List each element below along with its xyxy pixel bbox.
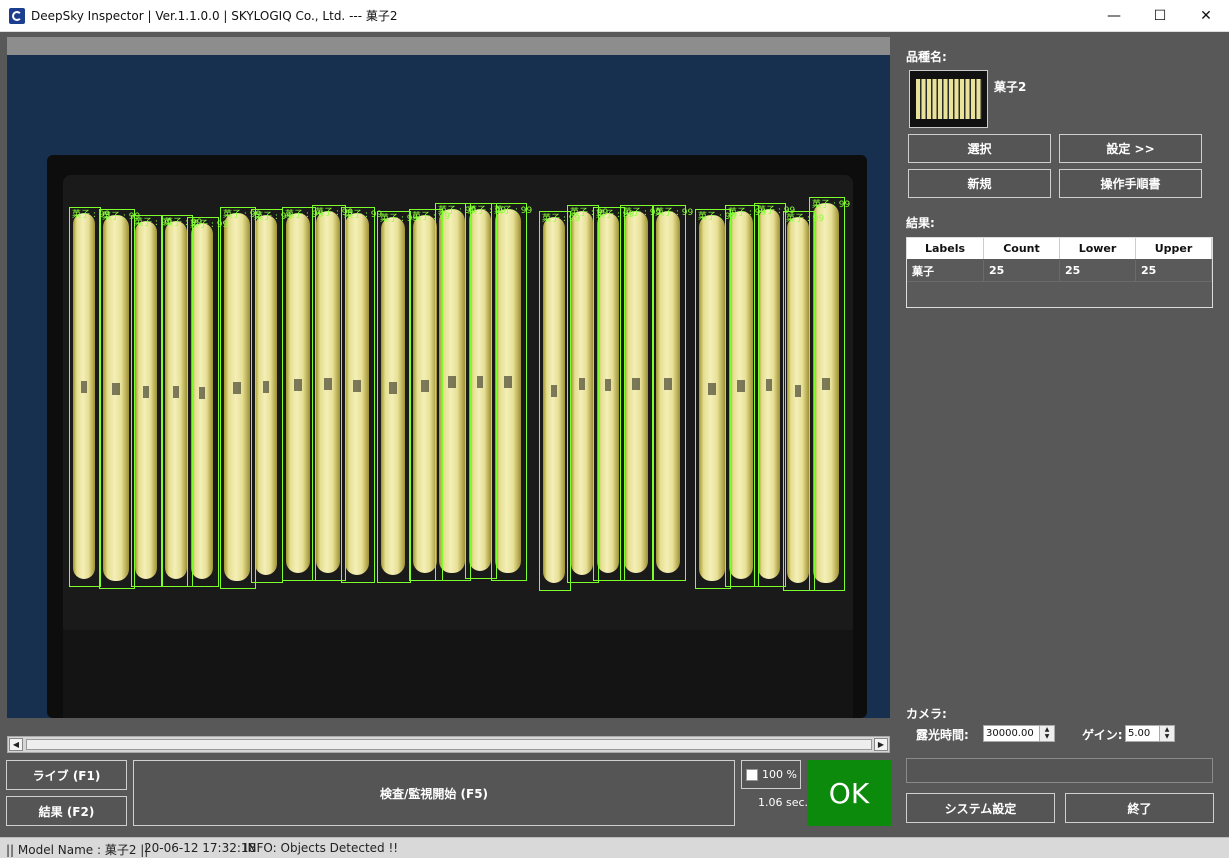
camera-image-view[interactable]: 菓子 : 99 菓子 : 99 菓子 : 99 菓子 : 99 菓子 : 99 菓子 : … bbox=[7, 55, 890, 718]
detection-label: 菓子 : 99 bbox=[812, 200, 851, 210]
settings-button[interactable]: 設定 >> bbox=[1059, 134, 1202, 163]
status-model: || Model Name : 菓子2 || bbox=[6, 843, 149, 857]
detection-box: 菓子 : 99 bbox=[341, 207, 382, 583]
spin-arrows-icon[interactable]: ▲ ▼ bbox=[1159, 726, 1174, 741]
title-bar: DeepSky Inspector | Ver.1.1.0.0 | SKYLOG… bbox=[0, 0, 1229, 32]
exposure-label: 露光時間: bbox=[916, 728, 969, 742]
detection-box: 菓子 : 99 bbox=[491, 203, 532, 581]
header-labels[interactable]: Labels bbox=[907, 238, 984, 259]
thumbnail-image bbox=[916, 79, 982, 119]
zoom-label: 100 % bbox=[762, 768, 797, 781]
gain-label: ゲイン: bbox=[1082, 728, 1123, 742]
gain-spinbox[interactable]: 5.00 ▲ ▼ bbox=[1125, 725, 1175, 742]
status-bar: || Model Name : 菓子2 || 20-06-12 17:32:18… bbox=[0, 837, 1229, 858]
result-label: 結果: bbox=[906, 216, 935, 230]
result-table[interactable]: Labels Count Lower Upper 菓子 25 25 25 bbox=[906, 237, 1213, 308]
detection-box: 菓子 : 99 bbox=[99, 209, 140, 589]
system-settings-button[interactable]: システム設定 bbox=[906, 793, 1055, 823]
detection-layer: 菓子 : 99 菓子 : 99 菓子 : 99 菓子 : 99 菓子 : 99 菓子 : … bbox=[7, 55, 890, 718]
live-button[interactable]: ライブ (F1) bbox=[6, 760, 127, 790]
detection-box: 菓子 : 99 bbox=[809, 197, 850, 591]
detection-box: 菓子 : 99 bbox=[187, 217, 228, 587]
close-button[interactable]: ✕ bbox=[1183, 0, 1229, 32]
detection-box: 菓子 : 99 bbox=[251, 209, 292, 583]
exposure-value: 30000.00 bbox=[986, 728, 1034, 739]
new-button[interactable]: 新規 bbox=[908, 169, 1051, 198]
product-label: 品種名: bbox=[906, 50, 947, 64]
exit-button[interactable]: 終了 bbox=[1065, 793, 1214, 823]
manual-button[interactable]: 操作手順書 bbox=[1059, 169, 1202, 198]
zoom-checkbox[interactable] bbox=[746, 769, 758, 781]
window-title: DeepSky Inspector | Ver.1.1.0.0 | SKYLOG… bbox=[31, 9, 398, 23]
product-thumbnail bbox=[909, 70, 988, 128]
detection-box: 菓子 : 99 bbox=[754, 203, 795, 587]
spin-arrows-icon[interactable]: ▲ ▼ bbox=[1039, 726, 1054, 741]
inspect-start-button[interactable]: 検査/監視開始 (F5) bbox=[133, 760, 735, 826]
detection-box: 菓子 : 99 bbox=[652, 205, 693, 581]
header-count[interactable]: Count bbox=[984, 238, 1060, 259]
product-name: 菓子2 bbox=[994, 80, 1027, 94]
status-timestamp: 20-06-12 17:32:18 bbox=[144, 841, 257, 855]
header-upper[interactable]: Upper bbox=[1136, 238, 1212, 259]
scroll-left-icon[interactable]: ◀ bbox=[9, 738, 23, 751]
progress-bar bbox=[906, 758, 1213, 783]
detection-box: 菓子 : 99 bbox=[282, 207, 323, 581]
exposure-spinbox[interactable]: 30000.00 ▲ ▼ bbox=[983, 725, 1055, 742]
app-logo-icon bbox=[9, 8, 25, 24]
scroll-right-icon[interactable]: ▶ bbox=[874, 738, 888, 751]
camera-label: カメラ: bbox=[906, 707, 947, 721]
detection-box: 菓子 : 99 bbox=[69, 207, 110, 587]
detection-box: 菓子 : 99 bbox=[131, 215, 172, 587]
maximize-button[interactable]: ☐ bbox=[1137, 0, 1183, 32]
gain-value: 5.00 bbox=[1128, 728, 1151, 739]
scrollbar-thumb[interactable] bbox=[26, 739, 872, 750]
table-cell-count: 25 bbox=[984, 260, 1060, 282]
viewer-header-strip bbox=[7, 37, 890, 55]
table-cell-upper: 25 bbox=[1136, 260, 1212, 282]
select-button[interactable]: 選択 bbox=[908, 134, 1051, 163]
zoom-toggle[interactable]: 100 % bbox=[741, 760, 801, 789]
result-button[interactable]: 結果 (F2) bbox=[6, 796, 127, 826]
table-cell-lower: 25 bbox=[1060, 260, 1136, 282]
status-info: INFO: Objects Detected !! bbox=[244, 841, 399, 855]
detection-label: 菓子 : 99 bbox=[655, 208, 694, 218]
detection-box: 菓子 : 99 bbox=[377, 211, 418, 583]
ok-status-badge: OK bbox=[807, 760, 891, 826]
inspection-time: 1.06 sec. bbox=[758, 796, 809, 809]
minimize-button[interactable]: — bbox=[1091, 0, 1137, 32]
horizontal-scrollbar[interactable]: ◀ ▶ bbox=[7, 736, 890, 753]
detection-label: 菓子 : 99 bbox=[494, 206, 533, 216]
header-lower[interactable]: Lower bbox=[1060, 238, 1136, 259]
detection-box: 菓子 : 99 bbox=[620, 205, 661, 581]
table-cell-label: 菓子 bbox=[907, 260, 984, 282]
